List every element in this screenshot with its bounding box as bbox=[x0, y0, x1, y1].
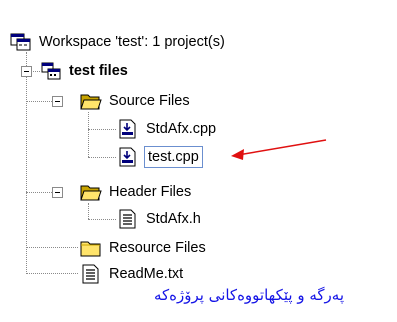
annotation-arrow-icon bbox=[231, 139, 327, 160]
annotation-caption: پەرگە و پێکهاتووەکانی پرۆژەکە bbox=[153, 286, 344, 304]
